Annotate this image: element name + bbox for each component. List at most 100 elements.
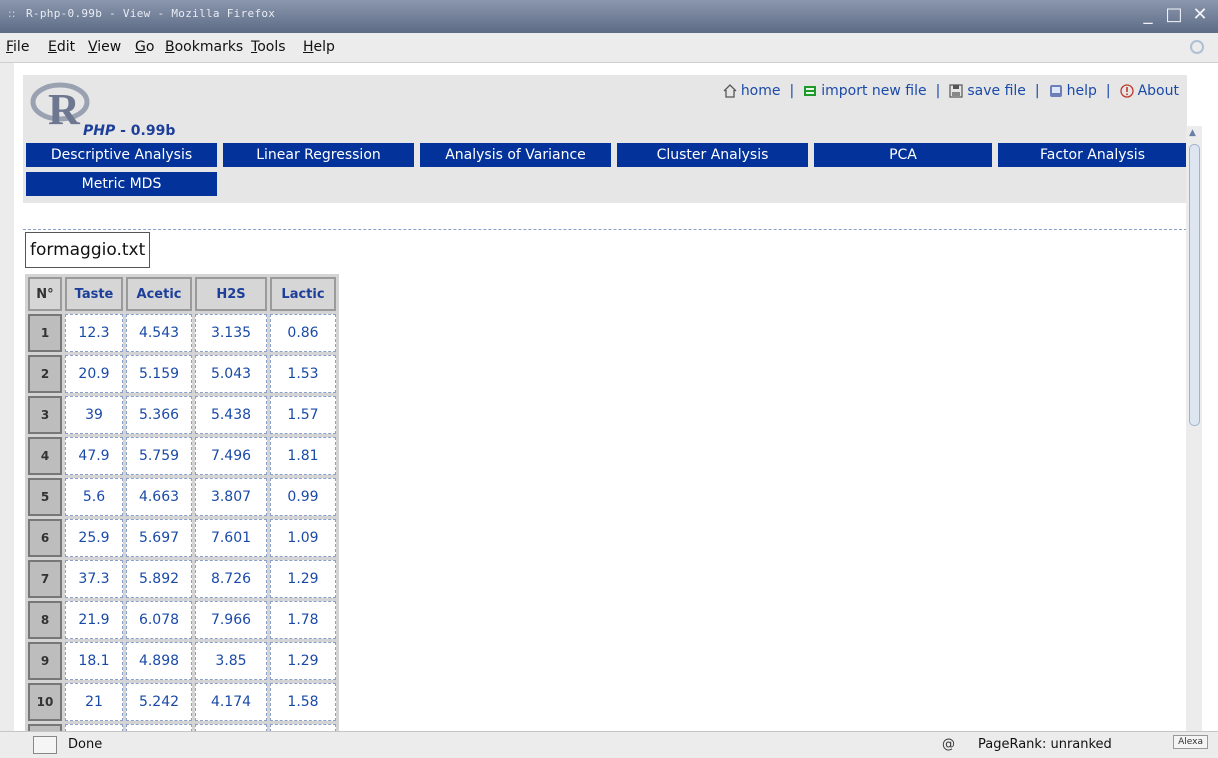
minimize-button[interactable]: _ [1138,3,1158,27]
menu-view[interactable]: View [88,39,121,55]
home-link[interactable]: home [723,83,781,99]
save-icon [949,84,963,98]
nav-pca[interactable]: PCA [814,143,992,167]
table-cell: 6.078 [126,601,192,639]
menu-go[interactable]: Go [135,39,154,55]
table-row: 8 21.9 6.078 7.966 1.78 [28,601,336,639]
table-cell: 0.86 [270,314,336,352]
table-body: 1 12.3 4.543 3.135 0.86 2 20.9 5.159 5.043 1.53 3 3… [28,314,336,731]
import-icon [804,86,817,96]
row-index-cell: 6 [28,519,62,557]
table-header-row: N° Taste Acetic H2S Lactic [28,277,336,311]
separator: | [1034,83,1040,99]
pagerank-text: PageRank: unranked [978,737,1112,752]
top-links: home | import new file | save file | hel… [723,83,1179,99]
column-header-lactic[interactable]: Lactic [270,277,336,311]
table-cell: 37.3 [65,560,123,598]
row-index-cell: 5 [28,478,62,516]
table-cell: 5.74 [126,724,192,731]
table-cell: 7.496 [195,437,267,475]
throbber-icon [1190,40,1204,54]
data-table: N° Taste Acetic H2S Lactic 1 12.3 4.543 3.1… [25,274,339,731]
separator: | [1105,83,1111,99]
save-file-link[interactable]: save file [949,83,1026,99]
table-row: 6 25.9 5.697 7.601 1.09 [28,519,336,557]
table-cell: 5.242 [126,683,192,721]
table-cell: 1.78 [270,601,336,639]
table-cell: 21 [65,683,123,721]
window-grip[interactable]: :: [8,7,15,20]
table-cell: 5.366 [126,396,192,434]
section-divider [23,229,1187,230]
import-new-file-link[interactable]: import new file [803,83,927,99]
table-row: 9 18.1 4.898 3.85 1.29 [28,642,336,680]
menu-help[interactable]: Help [303,39,335,55]
table-cell: 7.601 [195,519,267,557]
nav-metric-mds[interactable]: Metric MDS [26,172,217,196]
table-cell: 39 [65,396,123,434]
table-cell: 4.543 [126,314,192,352]
table-row: 10 21 5.242 4.174 1.58 [28,683,336,721]
column-header-acetic[interactable]: Acetic [126,277,192,311]
menu-tools[interactable]: Tools [251,39,286,55]
nav-cluster-analysis[interactable]: Cluster Analysis [617,143,808,167]
table-cell: 3.807 [195,478,267,516]
maximize-button[interactable]: □ [1164,3,1184,27]
menu-file[interactable]: File [6,39,29,55]
column-header-h2s[interactable]: H2S [195,277,267,311]
table-cell: 4.174 [195,683,267,721]
row-index-cell: 4 [28,437,62,475]
column-header-taste[interactable]: Taste [65,277,123,311]
pagerank-icon: @ [942,737,955,752]
window-titlebar: :: R-php-0.99b - View - Mozilla Firefox … [0,0,1218,33]
table-cell: 47.9 [65,437,123,475]
table-cell: 5.759 [126,437,192,475]
nav-factor-analysis[interactable]: Factor Analysis [998,143,1187,167]
left-frame-strip [0,63,14,731]
table-cell: 6.142 [195,724,267,731]
table-cell: 5.697 [126,519,192,557]
menubar: File Edit View Go Bookmarks Tools Help [0,33,1218,63]
table-cell: 4.898 [126,642,192,680]
table-cell: 4.663 [126,478,192,516]
table-cell: 3.85 [195,642,267,680]
table-cell: 5.892 [126,560,192,598]
table-cell: 5.043 [195,355,267,393]
page-content: R PHP - 0.99b home | import new file | s… [14,63,1202,731]
statusbar: Done @ PageRank: unranked Alexa [0,731,1218,758]
nav-linear-regression[interactable]: Linear Regression [223,143,414,167]
svg-text:R: R [48,85,81,132]
table-cell: 21.9 [65,601,123,639]
window-title: R-php-0.99b - View - Mozilla Firefox [26,7,276,20]
menu-edit[interactable]: Edit [48,39,75,55]
scroll-thumb[interactable] [1189,144,1200,426]
home-link-label: home [740,83,781,99]
table-cell: 1.57 [270,396,336,434]
table-row: 2 20.9 5.159 5.043 1.53 [28,355,336,393]
row-index-cell: 8 [28,601,62,639]
file-name-label: formaggio.txt [25,232,151,268]
table-cell: 5.159 [126,355,192,393]
nav-analysis-of-variance[interactable]: Analysis of Variance [420,143,611,167]
import-link-label: import new file [821,83,927,99]
alexa-button[interactable]: Alexa [1173,735,1208,749]
save-link-label: save file [967,83,1026,99]
table-row: 7 37.3 5.892 8.726 1.29 [28,560,336,598]
scroll-up-arrow-icon[interactable]: ▲ [1189,128,1196,138]
nav-descriptive-analysis[interactable]: Descriptive Analysis [26,143,217,167]
table-cell: 5.438 [195,396,267,434]
menu-bookmarks[interactable]: Bookmarks [165,39,243,55]
table-cell: 1.29 [270,642,336,680]
help-link[interactable]: help [1049,83,1097,99]
status-text: Done [68,737,103,752]
table-row: 1134.95.746.1421.68 [28,724,336,731]
about-link[interactable]: About [1119,83,1179,99]
row-index-cell: 10 [28,683,62,721]
table-cell: 1.29 [270,560,336,598]
brand-label: PHP [83,123,116,139]
vertical-scrollbar[interactable]: ▲ ▼ [1186,126,1202,731]
about-icon [1119,84,1134,98]
table-cell: 34.9 [65,724,123,731]
close-button[interactable]: ✕ [1190,3,1210,27]
table-row: 1 12.3 4.543 3.135 0.86 [28,314,336,352]
